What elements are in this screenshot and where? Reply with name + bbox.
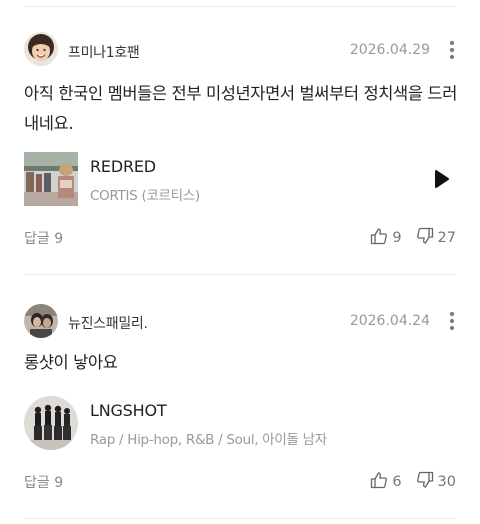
comment-nickname[interactable]: 뉴진스패밀리. — [68, 313, 148, 333]
like-count: 9 — [392, 230, 402, 246]
reply-button[interactable]: 답글 9 — [24, 472, 63, 492]
thumbs-down-icon — [416, 471, 438, 493]
play-icon[interactable] — [434, 169, 450, 189]
like-button[interactable]: 9 — [370, 227, 402, 249]
music-genre: Rap / Hip-hop, R&B / Soul, 아이돌 남자 — [90, 432, 327, 448]
comment-date: 2026.04.29 — [349, 42, 430, 58]
like-button[interactable]: 6 — [370, 471, 402, 493]
vote-group: 9 27 — [370, 227, 456, 249]
avatar[interactable] — [24, 32, 58, 66]
reply-button[interactable]: 답글 9 — [24, 228, 63, 248]
bottom-divider — [24, 518, 456, 519]
comment-text: 아직 한국인 멤버들은 전부 미성년자면서 벌써부터 정치색을 드러내네요. — [24, 84, 457, 133]
thumbs-up-icon — [370, 471, 392, 493]
comment-divider — [24, 274, 456, 275]
music-attachment[interactable]: LNGSHOT Rap / Hip-hop, R&B / Soul, 아이돌 남… — [24, 396, 456, 452]
dislike-count: 27 — [437, 230, 456, 246]
album-art — [24, 396, 78, 450]
thumbs-down-icon — [416, 227, 438, 249]
dislike-count: 30 — [437, 474, 456, 490]
comment-nickname[interactable]: 프미나1호팬 — [68, 42, 140, 62]
more-vertical-icon[interactable] — [448, 311, 456, 331]
dislike-button[interactable]: 27 — [416, 227, 456, 249]
music-title: LNGSHOT — [90, 401, 167, 420]
avatar[interactable] — [24, 304, 58, 338]
album-art — [24, 152, 78, 206]
music-artist: CORTIS (코르티스) — [90, 188, 200, 204]
like-count: 6 — [392, 474, 402, 490]
music-attachment[interactable]: REDRED CORTIS (코르티스) — [24, 152, 456, 208]
top-divider — [24, 6, 456, 7]
comment-date: 2026.04.24 — [349, 313, 430, 329]
more-vertical-icon[interactable] — [448, 40, 456, 60]
dislike-button[interactable]: 30 — [416, 471, 456, 493]
music-title: REDRED — [90, 157, 156, 176]
comment-text: 롱샷이 낳아요 — [24, 353, 118, 372]
thumbs-up-icon — [370, 227, 392, 249]
vote-group: 6 30 — [370, 471, 456, 493]
